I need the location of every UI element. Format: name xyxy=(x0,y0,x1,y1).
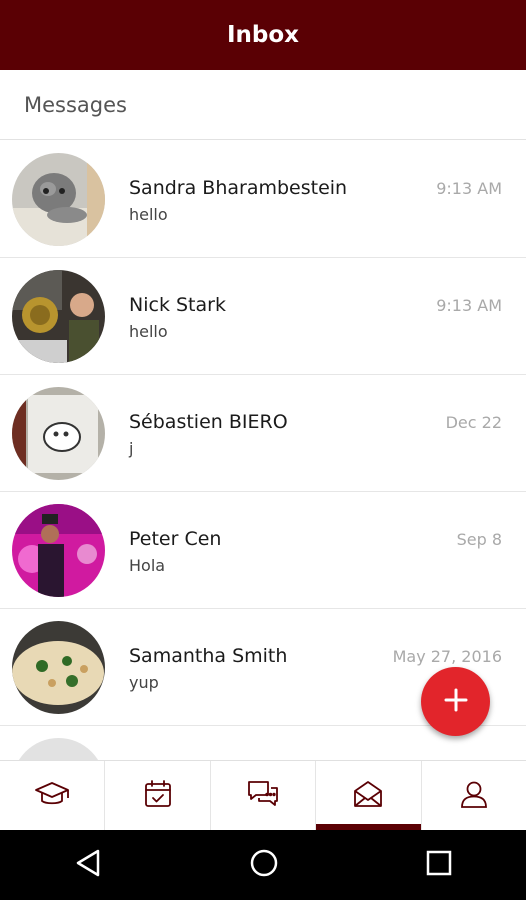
section-header: Messages xyxy=(0,70,526,140)
conversation-row[interactable]: Peter Cen Hola Sep 8 xyxy=(0,492,526,609)
tab-chat[interactable] xyxy=(211,761,317,830)
graduation-cap-icon xyxy=(34,779,70,813)
avatar xyxy=(12,621,105,714)
message-time: May 27, 2016 xyxy=(392,647,502,666)
compose-button[interactable] xyxy=(421,667,490,736)
message-time: Dec 22 xyxy=(445,413,502,432)
person-icon xyxy=(459,779,489,813)
bottom-tab-bar xyxy=(0,760,526,830)
contact-name: Samantha Smith xyxy=(129,645,288,667)
avatar xyxy=(12,153,105,246)
avatar xyxy=(12,387,105,480)
page-title: Inbox xyxy=(226,22,300,48)
avatar xyxy=(12,270,105,363)
avatar xyxy=(12,504,105,597)
tab-courses[interactable] xyxy=(0,761,106,830)
recents-icon[interactable] xyxy=(426,850,452,880)
tab-calendar[interactable] xyxy=(105,761,211,830)
message-time: 9:13 AM xyxy=(436,179,502,198)
chat-bubbles-icon xyxy=(246,779,280,813)
contact-name: Nick Stark xyxy=(129,294,226,316)
contact-name: Peter Cen xyxy=(129,528,222,550)
message-time: Sep 8 xyxy=(456,530,502,549)
avatar xyxy=(12,738,105,760)
app-header: Inbox xyxy=(0,0,526,70)
conversation-row[interactable]: Sandra Bharambestein hello 9:13 AM xyxy=(0,141,526,258)
message-time: 9:13 AM xyxy=(436,296,502,315)
conversation-row[interactable]: Nick Stark hello 9:13 AM xyxy=(0,258,526,375)
system-navigation-bar xyxy=(0,830,526,900)
message-preview: yup xyxy=(129,673,159,692)
home-icon[interactable] xyxy=(249,848,279,882)
tab-inbox[interactable] xyxy=(316,761,422,830)
contact-name: Sébastien BIERO xyxy=(129,411,288,433)
envelope-icon xyxy=(352,779,384,813)
conversation-row[interactable]: Sébastien BIERO j Dec 22 xyxy=(0,375,526,492)
message-preview: j xyxy=(129,439,134,458)
message-preview: Hola xyxy=(129,556,166,575)
plus-icon xyxy=(444,688,468,716)
message-preview: hello xyxy=(129,322,168,341)
section-title: Messages xyxy=(24,92,127,117)
message-preview: hello xyxy=(129,205,168,224)
tab-profile[interactable] xyxy=(422,761,526,830)
contact-name: Sandra Bharambestein xyxy=(129,177,348,199)
calendar-check-icon xyxy=(143,779,173,813)
back-icon[interactable] xyxy=(74,848,102,882)
